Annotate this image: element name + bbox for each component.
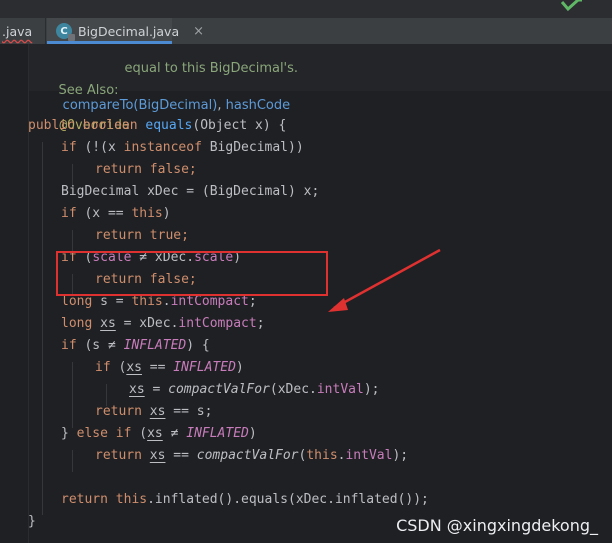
lock-icon [68, 34, 75, 41]
watermark: CSDN @xingxingdekong_ [396, 516, 598, 535]
code-line-annotation: @Override [59, 118, 130, 133]
run-check-icon[interactable] [556, 0, 582, 16]
code-line: xs = compactValFor(xDec.intVal); [129, 382, 380, 397]
code-line: return xs == compactValFor(this.intVal); [95, 448, 409, 463]
code-line: BigDecimal xDec = (BigDecimal) x; [61, 184, 320, 199]
code-line: long xs = xDec.intCompact; [61, 316, 265, 331]
close-icon[interactable]: × [193, 24, 204, 39]
indent-guide [72, 362, 73, 428]
annotation-arrow [328, 248, 441, 312]
code-line-signature: public boolean equals(Object x) { [28, 118, 287, 133]
tab-previous-file[interactable]: .java [0, 18, 46, 44]
code-editor[interactable]: equal to this BigDecimal's. See Also: co… [0, 44, 612, 543]
code-line: return false; [95, 162, 197, 177]
code-line: if (x == this) [61, 206, 171, 221]
class-icon: C [56, 23, 75, 41]
code-line: } else if (xs ≠ INFLATED) [61, 426, 257, 441]
editor-tab-bar: .java C BigDecimal.java × [0, 0, 612, 44]
code-line: if (!(x instanceof BigDecimal)) [61, 140, 304, 155]
indent-guide [42, 142, 43, 515]
code-line: if (s ≠ INFLATED) { [61, 338, 210, 353]
code-line: return xs == s; [95, 404, 213, 419]
code-line: return this.inflated().equals(xDec.infla… [61, 492, 429, 507]
highlight-box [56, 251, 328, 296]
tab-label: BigDecimal.java [78, 23, 180, 39]
code-line-closing-brace: } [28, 514, 36, 529]
indent-guide [72, 450, 73, 472]
tab-bigdecimal[interactable]: C BigDecimal.java × [47, 18, 204, 44]
code-line: return true; [95, 228, 189, 243]
toolbar-strip [0, 0, 612, 18]
tab-label: .java [2, 23, 33, 39]
code-line: if (xs == INFLATED) [95, 360, 244, 375]
see-also-link-hashcode[interactable]: hashCode [226, 98, 291, 113]
